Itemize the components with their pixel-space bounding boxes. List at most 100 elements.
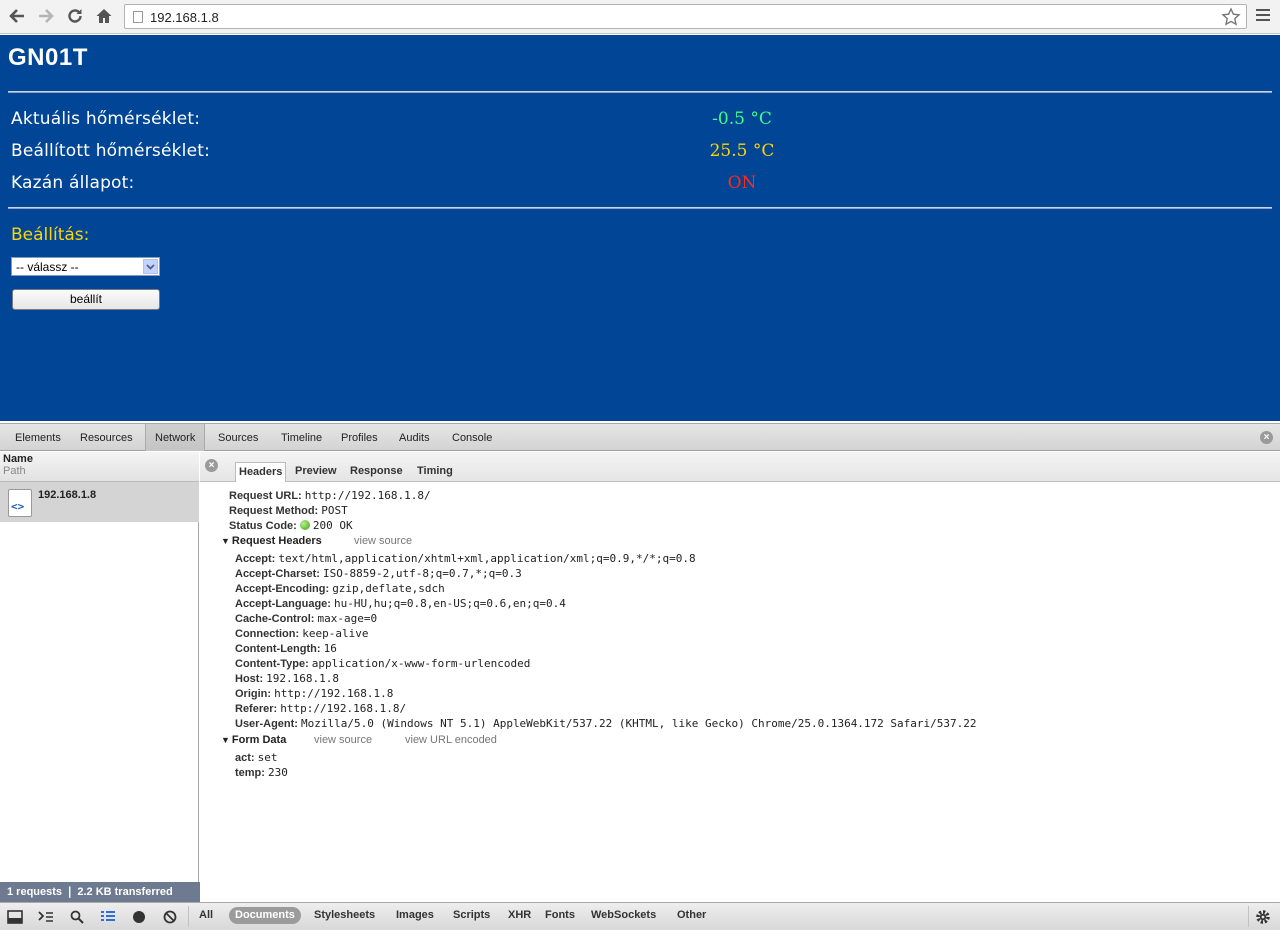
close-devtools-icon[interactable]: × [1260, 431, 1273, 444]
chrome-menu-icon[interactable] [1254, 6, 1272, 26]
header-value: ISO-8859-2,utf-8;q=0.7,*;q=0.3 [323, 567, 522, 580]
header-key: Content-Type: [235, 658, 309, 670]
home-button[interactable] [92, 4, 116, 28]
form-key: act: [235, 752, 255, 764]
boiler-state-value: ON [727, 173, 757, 193]
column-path: Path [3, 465, 26, 477]
filter-scripts[interactable]: Scripts [447, 907, 496, 924]
header-key: Request Method: [229, 505, 319, 517]
filter-other[interactable]: Other [671, 907, 712, 924]
record-icon[interactable] [130, 908, 148, 926]
page-title: GN01T [8, 44, 88, 71]
form-view-source-link[interactable]: view source [314, 734, 372, 746]
tab-timing[interactable]: Timing [414, 462, 456, 482]
home-icon [96, 9, 112, 23]
header-key: Request URL: [229, 490, 302, 502]
divider [1248, 906, 1249, 927]
dock-icon[interactable] [6, 908, 24, 926]
request-header-line: Host: 192.168.1.8 [235, 672, 339, 685]
header-value: hu-HU,hu;q=0.8,en-US;q=0.6,en;q=0.4 [334, 597, 566, 610]
request-header-line: Content-Type: application/x-www-form-url… [235, 657, 530, 670]
request-method-line: Request Method: POST [229, 504, 348, 517]
divider [8, 91, 1272, 93]
back-arrow-icon [9, 9, 24, 23]
form-data-line: act: set [235, 751, 278, 764]
header-value: application/x-www-form-urlencoded [311, 657, 531, 670]
page-icon [133, 11, 143, 23]
current-temp-value: -0.5 °C [712, 109, 772, 129]
console-drawer-icon[interactable] [37, 908, 55, 926]
gear-icon[interactable] [1254, 908, 1272, 926]
tab-headers[interactable]: Headers [235, 462, 287, 482]
filter-fonts[interactable]: Fonts [539, 907, 581, 924]
form-data-line: temp: 230 [235, 766, 288, 779]
close-details-icon[interactable]: × [205, 459, 218, 472]
devtools-statusbar: All Documents Stylesheets Images Scripts XHR F… [0, 902, 1280, 930]
forward-arrow-icon [39, 9, 54, 23]
search-icon[interactable] [68, 908, 86, 926]
filter-documents[interactable]: Documents [229, 907, 301, 924]
tab-console[interactable]: Console [444, 424, 500, 451]
address-bar[interactable]: 192.168.1.8 [124, 4, 1247, 29]
temperature-select[interactable]: -- válassz -- [11, 257, 160, 276]
request-header-line: Referer: http://192.168.1.8/ [235, 702, 406, 715]
request-details: × Headers Preview Response Timing Reques… [200, 452, 1280, 902]
html-document-icon: <> [8, 489, 32, 517]
tab-network[interactable]: Network [145, 424, 206, 451]
header-key: Status Code: [229, 520, 297, 532]
header-value: keep-alive [302, 627, 369, 640]
header-value: text/html,application/xhtml+xml,applicat… [278, 552, 696, 565]
reload-icon [68, 9, 82, 23]
reload-button[interactable] [63, 4, 87, 28]
filter-stylesheets[interactable]: Stylesheets [308, 907, 381, 924]
form-data-section[interactable]: ▼ Form Data [221, 734, 286, 746]
chevron-down-icon [143, 259, 158, 274]
tab-sources[interactable]: Sources [210, 424, 266, 451]
tab-elements[interactable]: Elements [7, 424, 69, 451]
request-row[interactable]: <> 192.168.1.8 [0, 482, 199, 522]
header-key: Connection: [235, 628, 300, 640]
header-key: Accept-Encoding: [235, 583, 330, 595]
section-title: Form Data [231, 734, 287, 746]
divider [188, 906, 189, 927]
request-header-line: Accept-Encoding: gzip,deflate,sdch [235, 582, 445, 595]
forward-button[interactable] [34, 4, 58, 28]
clear-icon[interactable] [161, 908, 179, 926]
tab-response[interactable]: Response [347, 462, 406, 482]
header-key: Accept: [235, 553, 276, 565]
tab-timeline[interactable]: Timeline [273, 424, 330, 451]
header-key: Accept-Charset: [235, 568, 320, 580]
back-button[interactable] [5, 4, 29, 28]
request-header-line: Accept-Language: hu-HU,hu;q=0.8,en-US;q=… [235, 597, 566, 610]
status-ok-icon [299, 520, 310, 530]
boiler-state-label: Kazán állapot: [11, 173, 135, 193]
address-url: 192.168.1.8 [150, 10, 219, 25]
tab-resources[interactable]: Resources [72, 424, 141, 451]
triangle-down-icon: ▼ [221, 735, 230, 745]
bookmark-star-icon[interactable] [1221, 7, 1241, 27]
tab-profiles[interactable]: Profiles [333, 424, 386, 451]
network-summary: 1 requests ❘ 2.2 KB transferred [0, 882, 200, 902]
filter-websockets[interactable]: WebSockets [585, 907, 662, 924]
request-header-line: Accept-Charset: ISO-8859-2,utf-8;q=0.7,*… [235, 567, 522, 580]
set-temp-value: 25.5 °C [709, 141, 775, 161]
set-button[interactable]: beállít [12, 289, 160, 310]
column-name: Name [3, 453, 33, 465]
browser-toolbar: 192.168.1.8 [0, 0, 1280, 34]
view-url-encoded-link[interactable]: view URL encoded [405, 734, 497, 746]
filter-images[interactable]: Images [390, 907, 440, 924]
view-source-link[interactable]: view source [354, 535, 412, 547]
triangle-down-icon: ▼ [221, 536, 230, 546]
large-rows-icon[interactable] [99, 908, 117, 926]
section-title: Request Headers [231, 535, 322, 547]
filter-xhr[interactable]: XHR [502, 907, 537, 924]
request-header-line: Origin: http://192.168.1.8 [235, 687, 393, 700]
tab-audits[interactable]: Audits [391, 424, 438, 451]
request-list-header[interactable]: Name Path [0, 452, 199, 482]
request-headers-section[interactable]: ▼ Request Headers [221, 535, 322, 547]
filter-all[interactable]: All [193, 907, 219, 924]
header-value: 200 OK [312, 519, 353, 532]
tab-preview[interactable]: Preview [292, 462, 340, 482]
request-list: Name Path <> 192.168.1.8 1 requests ❘ 2.… [0, 452, 200, 902]
header-key: Accept-Language: [235, 598, 331, 610]
